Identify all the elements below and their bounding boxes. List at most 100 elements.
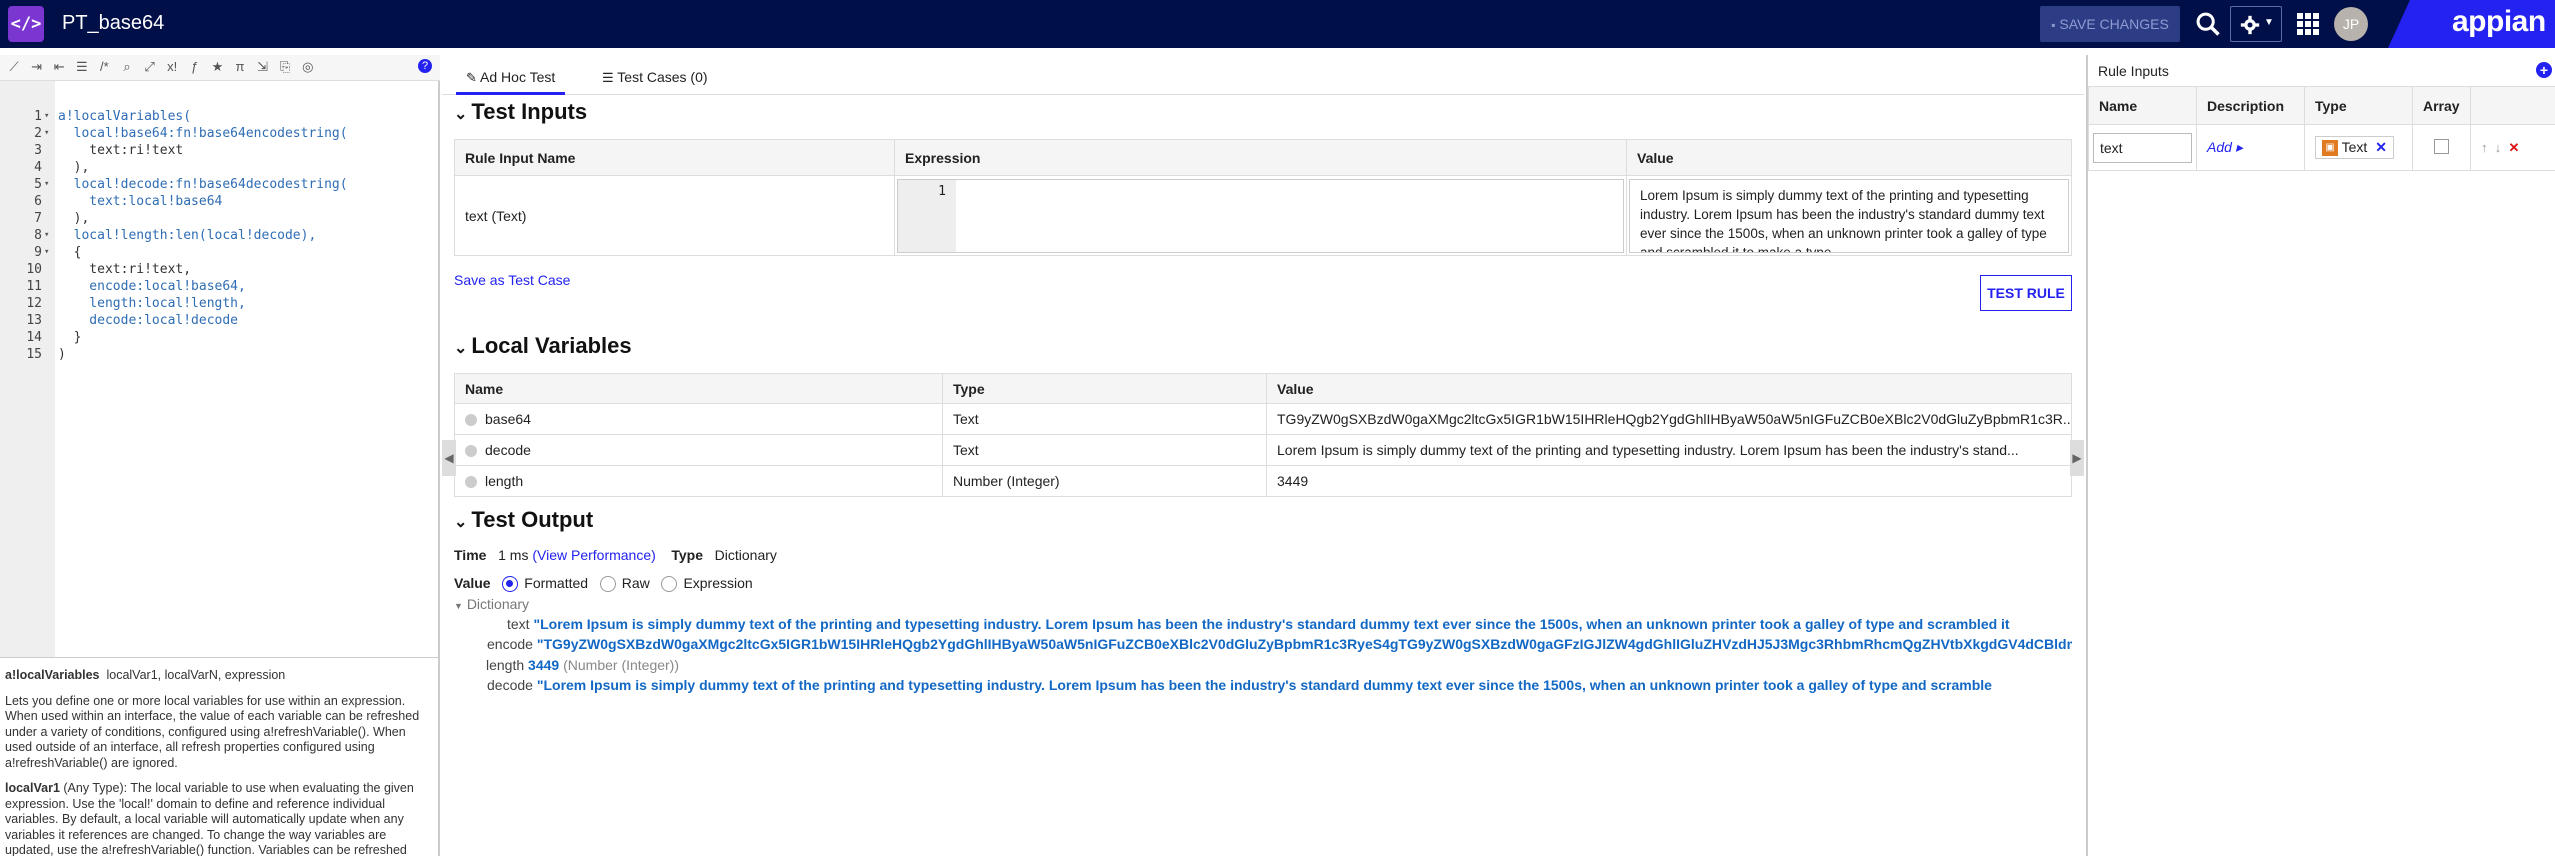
code-line: 4 ), (0, 159, 440, 176)
variable-status-icon (465, 476, 477, 489)
output-value: "TG9yZW0gSXBzdW0gaXMgc2ltcGx5IGR1bW15IHR… (536, 636, 2072, 653)
output-entry: encode "TG9yZW0gSXBzdW0gaXMgc2ltcGx5IGR1… (487, 636, 2072, 652)
variable-value[interactable]: TG9yZW0gSXBzdW0gaXMgc2ltcGx5IGR1bW15IHRl… (1266, 403, 2072, 435)
output-key: decode (487, 676, 533, 693)
rule-inputs-table: Name Description Type Array text Add ▸ ▣… (2088, 86, 2555, 171)
code-logo-icon: </> (8, 6, 44, 42)
output-key: length (486, 656, 525, 673)
magic-wand-icon[interactable]: ⟋ (6, 59, 22, 75)
collapse-right-handle[interactable]: ▶ (2070, 440, 2084, 476)
comment-icon[interactable]: /* (96, 59, 112, 75)
type-picker[interactable]: ▣ Text ✕ (2315, 135, 2394, 160)
radio-formatted[interactable]: Formatted (502, 575, 588, 593)
fold-toggle[interactable]: ▾ (44, 176, 49, 193)
code-text: ), (58, 160, 90, 175)
local-variable-row: decode Text Lorem Ipsum is simply dummy te… (454, 434, 2072, 466)
code-text: length:local!length, (58, 296, 246, 311)
fold-toggle[interactable]: ▾ (44, 244, 49, 261)
line-number: 9 (34, 245, 42, 260)
app-grid-icon[interactable] (2296, 12, 2320, 36)
search-icon[interactable]: ⌕ (119, 59, 135, 75)
test-output-heading[interactable]: ⌄ Test Output (454, 507, 593, 533)
line-number: 2 (34, 126, 42, 141)
list-icon[interactable]: ☰ (74, 59, 90, 75)
move-down-icon[interactable]: ↓ (2495, 140, 2502, 155)
import-icon[interactable]: ⇲ (255, 59, 271, 75)
rule-input-row: text Add ▸ ▣ Text ✕ ↑ ↓ ✕ (2088, 124, 2555, 171)
layers-icon[interactable]: ◎ (300, 59, 316, 75)
help-icon[interactable]: ? (418, 59, 432, 73)
code-text: a!localVariables( (58, 109, 192, 124)
output-key: encode (487, 636, 533, 653)
code-line: 10 text:ri!text, (0, 261, 440, 278)
expression-input[interactable]: 1 (897, 178, 1624, 253)
help-param-name: localVar1 (5, 781, 60, 795)
radio-expression[interactable]: Expression (661, 575, 753, 593)
expand-icon[interactable]: ⤢ (142, 59, 158, 75)
settings-menu-button[interactable]: ▼ (2230, 6, 2282, 42)
output-entry: decode "Lorem Ipsum is simply dummy text… (487, 677, 2072, 693)
code-text: ), (58, 211, 90, 226)
copy-icon[interactable]: ⎘ (277, 59, 293, 75)
radio-raw[interactable]: Raw (599, 575, 650, 593)
rule-inputs-heading: Rule Inputs (2098, 63, 2169, 79)
local-variables-heading[interactable]: ⌄ Local Variables (454, 333, 632, 359)
output-entry: length 3449 (Number (Integer)) (486, 657, 2072, 673)
tab-ad-hoc-test[interactable]: ✎ Ad Hoc Test (456, 63, 566, 95)
save-icon: ▪ (2051, 18, 2056, 32)
execution-time: 1 ms (498, 547, 529, 563)
output-type: Dictionary (714, 547, 777, 563)
code-text: ) (58, 347, 66, 362)
output-key: text (507, 616, 530, 632)
line-number: 13 (26, 313, 42, 328)
outdent-icon[interactable]: ⇤ (51, 59, 67, 75)
caret-down-icon: ▼ (454, 601, 463, 611)
dictionary-toggle[interactable]: ▼ Dictionary (454, 596, 529, 612)
add-rule-input-icon[interactable]: + (2536, 62, 2552, 78)
star-icon[interactable]: ★ (209, 59, 225, 75)
variable-icon[interactable]: x! (164, 59, 180, 75)
code-text: text:ri!text, (58, 262, 192, 277)
variable-value[interactable]: Lorem Ipsum is simply dummy text of the … (1266, 434, 2072, 466)
code-text: encode:local!base64, (58, 279, 246, 294)
page-title: PT_base64 (62, 12, 165, 34)
view-performance-link[interactable]: (View Performance) (532, 547, 655, 563)
code-text: local!length:len(local!decode), (58, 228, 317, 243)
fold-toggle[interactable]: ▾ (44, 125, 49, 142)
delete-input-icon[interactable]: ✕ (2508, 140, 2519, 155)
function-icon[interactable]: ƒ (187, 59, 203, 75)
search-icon[interactable] (2194, 10, 2222, 38)
save-changes-button[interactable]: ▪ SAVE CHANGES (2040, 6, 2180, 42)
test-pane: ◀ ▶ ✎ Ad Hoc Test ☰ Test Cases (0) ⌄ Test… (442, 55, 2084, 856)
output-value: "Lorem Ipsum is simply dummy text of the… (533, 616, 2010, 632)
fold-toggle[interactable]: ▾ (44, 108, 49, 125)
local-variable-row: base64 Text TG9yZW0gSXBzdW0gaXMgc2ltcGx5IG… (454, 403, 2072, 435)
code-line: 13 decode:local!decode (0, 312, 440, 329)
clear-type-icon[interactable]: ✕ (2375, 139, 2387, 155)
variable-value[interactable]: 3449 (1266, 465, 2072, 497)
move-up-icon[interactable]: ↑ (2481, 140, 2488, 155)
rule-inputs-pane: Rule Inputs + Name Description Type Arra… (2086, 55, 2555, 856)
user-avatar[interactable]: JP (2334, 7, 2368, 41)
output-type-note: (Number (Integer)) (563, 656, 680, 673)
gear-icon (2240, 15, 2260, 35)
test-rule-button[interactable]: TEST RULE (1980, 275, 2072, 311)
tab-test-cases[interactable]: ☰ Test Cases (0) (592, 63, 718, 92)
expression-editor-pane: ⟋ ⇥ ⇤ ☰/* ⌕ ⤢ x! ƒ ★ π ⇲ ⎘ ◎? 1 ▾ a!localVariables(2 ▾ … (0, 55, 440, 856)
rule-input-name-field[interactable]: text (2093, 132, 2192, 163)
array-checkbox[interactable] (2434, 138, 2449, 154)
save-as-test-case-link[interactable]: Save as Test Case (454, 272, 570, 288)
code-line: 11 encode:local!base64, (0, 278, 440, 295)
fold-toggle[interactable]: ▾ (44, 227, 49, 244)
pi-icon[interactable]: π (232, 59, 248, 75)
code-line: 6 text:local!base64 (0, 193, 440, 210)
code-line: 7 ), (0, 210, 440, 227)
pencil-icon: ✎ (466, 70, 477, 85)
line-number: 4 (34, 160, 42, 175)
add-description-link[interactable]: Add ▸ (2207, 139, 2243, 155)
test-inputs-heading[interactable]: ⌄ Test Inputs (454, 99, 587, 125)
code-text: local!base64:fn!base64encodestring( (58, 126, 348, 141)
code-text: local!decode:fn!base64decodestring( (58, 177, 348, 192)
help-function-name: a!localVariables (5, 668, 100, 682)
indent-icon[interactable]: ⇥ (29, 59, 45, 75)
